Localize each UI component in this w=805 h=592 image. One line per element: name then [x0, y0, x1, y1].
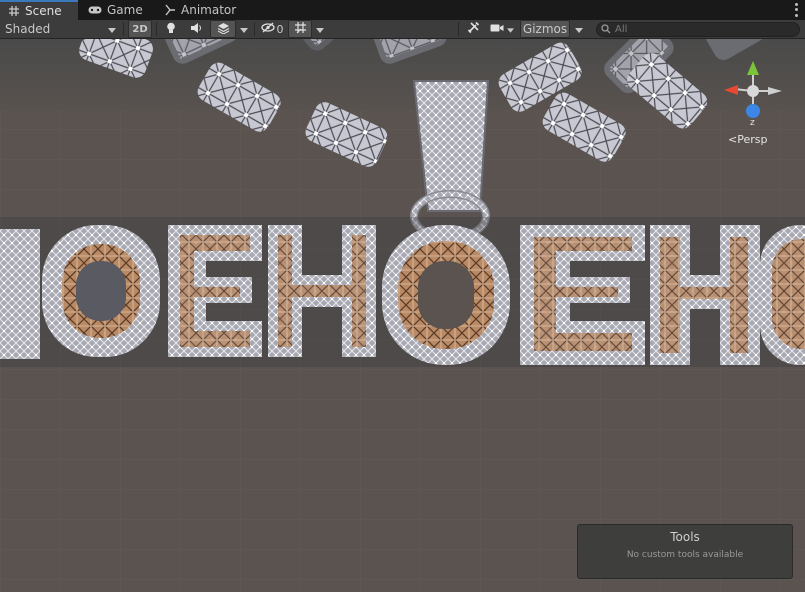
orientation-gizmo[interactable]: z: [720, 57, 786, 128]
tools-overlay-message: No custom tools available: [626, 550, 744, 560]
animator-icon: [164, 4, 176, 16]
draw-mode-label: Shaded: [5, 22, 51, 36]
grid-toggle-button[interactable]: [288, 20, 312, 38]
tab-label: Animator: [181, 3, 237, 17]
eye-hidden-icon: [260, 22, 275, 36]
projection-label: Persp: [737, 133, 768, 146]
dropdown-arrow-icon: [507, 22, 514, 36]
x-axis-cone: [724, 85, 738, 95]
pendant-letters: [0, 217, 805, 367]
effects-toggle-button[interactable]: [210, 20, 236, 38]
lighting-toggle-button[interactable]: [161, 20, 181, 38]
toggle-2d-label: 2D: [132, 23, 148, 35]
scene-viewport[interactable]: z <Persp Tools No custom tools available: [0, 39, 805, 592]
search-icon: [601, 23, 611, 37]
tab-bar: Scene Game Animator: [0, 0, 805, 20]
tab-label: Scene: [25, 4, 62, 18]
persp-chevron-icon: <: [728, 133, 738, 146]
more-options-icon[interactable]: [793, 2, 799, 18]
camera-settings-button[interactable]: [487, 20, 517, 38]
search-input[interactable]: [615, 24, 785, 35]
speaker-icon: [190, 22, 202, 37]
grid-dropdown-button[interactable]: [312, 20, 328, 38]
tab-scene[interactable]: Scene: [0, 0, 78, 20]
scene-toolbar: Shaded 2D 0 Gizmos: [0, 20, 805, 39]
dropdown-arrow-icon: [108, 22, 116, 36]
tab-animator[interactable]: Animator: [156, 0, 244, 20]
tools-overlay-title: Tools: [670, 530, 700, 544]
gizmos-toggle-button[interactable]: Gizmos: [520, 20, 570, 38]
gizmos-label: Gizmos: [522, 22, 568, 36]
gamepad-icon: [88, 5, 102, 15]
tab-game[interactable]: Game: [80, 0, 156, 20]
scene-search-field[interactable]: [596, 22, 800, 37]
hidden-count: 0: [276, 22, 284, 36]
dropdown-arrow-icon: [575, 22, 583, 36]
audio-toggle-button[interactable]: [186, 20, 206, 38]
scene-grid-icon: [8, 5, 20, 17]
layers-effects-icon: [217, 22, 230, 37]
draw-mode-dropdown[interactable]: Shaded: [0, 20, 122, 38]
projection-toggle[interactable]: <Persp: [728, 133, 767, 146]
dropdown-arrow-icon: [316, 22, 324, 36]
toggle-2d-button[interactable]: 2D: [128, 20, 152, 38]
effects-dropdown-button[interactable]: [236, 20, 252, 38]
camera-icon: [490, 22, 504, 36]
gizmos-dropdown-button[interactable]: [571, 20, 587, 38]
scene-visibility-button[interactable]: 0: [258, 20, 286, 38]
tools-overlay-panel[interactable]: Tools No custom tools available: [577, 524, 793, 579]
z-axis-cone: [746, 104, 760, 118]
tools-toggle-button[interactable]: [462, 20, 484, 38]
wrench-tools-icon: [467, 21, 480, 37]
scene-render: [0, 39, 805, 592]
svg-text:z: z: [750, 118, 755, 127]
dropdown-arrow-icon: [240, 22, 248, 36]
grid-snap-icon: [294, 21, 307, 37]
y-axis-cone: [747, 61, 759, 75]
tab-label: Game: [107, 3, 143, 17]
lightbulb-icon: [166, 22, 176, 37]
